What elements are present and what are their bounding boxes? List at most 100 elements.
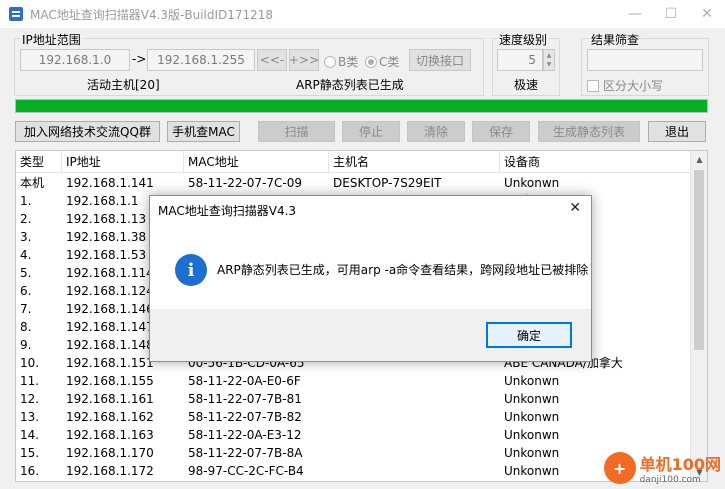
- cell-hostname: [329, 372, 500, 390]
- prev-range-button[interactable]: <<-: [257, 49, 287, 71]
- case-sensitive-checkbox[interactable]: 区分大小写: [587, 77, 663, 94]
- app-icon: [9, 7, 23, 21]
- cell-vendor: Unkonwn: [504, 428, 560, 442]
- cell-type: 8.: [20, 320, 32, 334]
- cell-mac: 58-11-22-07-7C-09: [188, 176, 303, 190]
- stop-button[interactable]: 停止: [342, 121, 400, 142]
- cell-mac: 58-11-22-0A-E3-12: [188, 428, 302, 442]
- vertical-scrollbar[interactable]: ▲ ▼: [690, 151, 707, 481]
- cell-hostname: [329, 408, 500, 426]
- speed-label: 速度级别: [497, 31, 550, 48]
- header-hostname[interactable]: 主机名: [329, 151, 500, 173]
- dialog-title: MAC地址查询扫描器V4.3: [158, 204, 297, 218]
- cell-hostname: [329, 444, 500, 462]
- table-row[interactable]: 本机 192.168.1.141 58-11-22-07-7C-09 DESKTOP-…: [16, 174, 692, 192]
- cell-type: 本机: [20, 176, 45, 190]
- range-arrow: ->: [132, 52, 147, 66]
- radio-circle-selected: [365, 55, 377, 68]
- clear-button[interactable]: 清除: [407, 121, 465, 142]
- table-row[interactable]: 16. 192.168.1.172 98-97-CC-2C-FC-B4 Unkonwn: [16, 462, 692, 480]
- cell-type: 5.: [20, 266, 32, 280]
- cell-hostname: [329, 426, 500, 444]
- window-title: MAC地址查询扫描器V4.3版-BuildID171218: [30, 7, 274, 22]
- arp-status-label: ARP静态列表已生成: [296, 78, 404, 92]
- header-type[interactable]: 类型: [16, 151, 62, 173]
- radio-circle: [324, 55, 336, 68]
- save-button[interactable]: 保存: [472, 121, 530, 142]
- cell-ip: 192.168.1.155: [66, 374, 154, 388]
- switch-interface-button[interactable]: 切换接口: [409, 49, 471, 71]
- cell-type: 3.: [20, 230, 32, 244]
- case-sensitive-label: 区分大小写: [603, 79, 664, 93]
- scan-button[interactable]: 扫描: [258, 121, 335, 142]
- ok-button[interactable]: 确定: [486, 322, 572, 348]
- exit-button[interactable]: 退出: [648, 121, 706, 142]
- dialog-footer: 确定: [150, 309, 591, 361]
- spinner-up-icon[interactable]: ▲: [547, 51, 552, 60]
- cell-type: 12.: [20, 392, 40, 406]
- speed-mode-label: 极速: [514, 78, 539, 92]
- cell-mac: 58-11-22-07-7B-81: [188, 392, 302, 406]
- ip-range-label: IP地址范围: [20, 31, 83, 48]
- checkbox-box: [587, 79, 599, 92]
- class-c-label: C类: [379, 55, 400, 69]
- cell-hostname: [329, 390, 500, 408]
- cell-ip: 192.168.1.162: [66, 410, 154, 424]
- cell-type: 10.: [20, 356, 40, 370]
- spinner-down-icon[interactable]: ▼: [547, 60, 552, 69]
- table-row[interactable]: 12. 192.168.1.161 58-11-22-07-7B-81 Unkonwn: [16, 390, 692, 408]
- watermark-title: 单机100网: [639, 455, 721, 474]
- cell-mac: 98-97-CC-2C-FC-B4: [188, 464, 304, 478]
- scroll-thumb[interactable]: [694, 170, 704, 350]
- cell-ip: 192.168.1.172: [66, 464, 154, 478]
- speed-spinner[interactable]: ▲ ▼: [543, 49, 555, 71]
- maximize-button[interactable]: ☐: [653, 0, 689, 28]
- start-ip-field[interactable]: 192.168.1.0: [20, 49, 130, 71]
- table-row[interactable]: 15. 192.168.1.170 58-11-22-07-7B-8A Unkonwn: [16, 444, 692, 462]
- cell-vendor: Unkonwn: [504, 410, 560, 424]
- next-range-button[interactable]: +>>: [289, 49, 319, 71]
- join-qq-group-button[interactable]: 加入网络技术交流QQ群: [15, 121, 160, 142]
- speed-value: 5: [528, 53, 536, 67]
- manual-lookup-button[interactable]: 手机查MAC: [167, 121, 240, 142]
- speed-value-field[interactable]: 5: [497, 49, 543, 71]
- generate-static-list-button[interactable]: 生成静态列表: [538, 121, 640, 142]
- cell-type: 2.: [20, 212, 32, 226]
- cell-vendor: Unkonwn: [504, 374, 560, 388]
- cell-hostname: DESKTOP-7S29EIT: [333, 176, 442, 190]
- dialog-close-icon[interactable]: ✕: [569, 200, 581, 216]
- cell-type: 4.: [20, 248, 32, 262]
- minimize-button[interactable]: —: [617, 0, 653, 28]
- scroll-up-icon[interactable]: ▲: [691, 151, 707, 168]
- class-b-label: B类: [338, 55, 359, 69]
- table-row[interactable]: 13. 192.168.1.162 58-11-22-07-7B-82 Unkonwn: [16, 408, 692, 426]
- class-b-radio[interactable]: B类: [324, 53, 358, 70]
- cell-ip: 192.168.1.170: [66, 446, 154, 460]
- cell-type: 14.: [20, 428, 40, 442]
- cell-type: 13.: [20, 410, 40, 424]
- watermark-logo-icon: +: [603, 452, 636, 484]
- info-icon: i: [175, 254, 207, 286]
- cell-hostname: [329, 462, 500, 480]
- cell-ip: 192.168.1.161: [66, 392, 154, 406]
- cell-mac: 58-11-22-07-7B-82: [188, 410, 302, 424]
- progress-fill: [16, 100, 707, 112]
- site-watermark: + 单机100网 danji100.com: [603, 451, 721, 485]
- watermark-url: danji100.com: [639, 475, 701, 485]
- dialog-message: ARP静态列表已生成，可用arp -a命令查看结果，跨网段地址已被排除: [217, 263, 589, 277]
- header-ip[interactable]: IP地址: [62, 151, 184, 173]
- cell-type: 16.: [20, 464, 40, 478]
- cell-mac: 58-11-22-07-7B-8A: [188, 446, 303, 460]
- cell-vendor: Unkonwn: [504, 176, 560, 190]
- info-dialog: MAC地址查询扫描器V4.3 ✕ i ARP静态列表已生成，可用arp -a命令…: [149, 195, 592, 362]
- close-button[interactable]: ✕: [689, 0, 725, 28]
- cell-type: 11.: [20, 374, 40, 388]
- table-row[interactable]: 14. 192.168.1.163 58-11-22-0A-E3-12 Unkonwn: [16, 426, 692, 444]
- table-header: 类型 IP地址 MAC地址 主机名 设备商: [16, 151, 692, 173]
- end-ip-field[interactable]: 192.168.1.255: [147, 49, 255, 71]
- class-c-radio[interactable]: C类: [365, 53, 399, 70]
- header-vendor[interactable]: 设备商: [500, 151, 692, 173]
- header-mac[interactable]: MAC地址: [184, 151, 329, 173]
- filter-input[interactable]: [587, 49, 703, 71]
- table-row[interactable]: 11. 192.168.1.155 58-11-22-0A-E0-6F Unkonwn: [16, 372, 692, 390]
